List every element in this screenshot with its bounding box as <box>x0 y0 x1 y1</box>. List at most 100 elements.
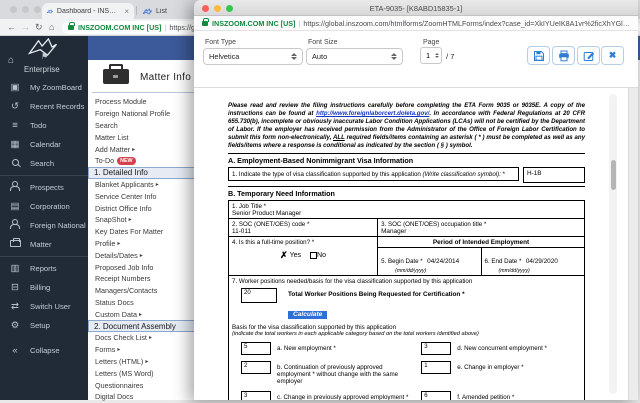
sidebar-item-foreign-national[interactable]: Foreign National <box>0 216 88 235</box>
menu-foreign-national-profile[interactable]: Foreign National Profile <box>88 108 206 120</box>
print-button[interactable] <box>552 46 575 65</box>
enterprise-home-icon[interactable]: ⌂ <box>8 55 14 66</box>
basis-change-approved: 3 c. Change in previously approved emplo… <box>241 390 421 400</box>
todo-list-icon: ≡ <box>12 120 18 131</box>
end-date-field[interactable]: 04/29/2020 <box>526 258 558 265</box>
menu-blanket-applicants[interactable]: Blanket Applicants <box>88 179 206 191</box>
menu-custom-data[interactable]: Custom Data <box>88 308 206 320</box>
dashboard-icon: ▣ <box>10 82 20 93</box>
calculate-button[interactable]: Calculate <box>288 310 328 319</box>
form-toolbar: Font Type Helvetica Font Size Auto Page … <box>194 31 638 88</box>
sidebar-item-recent-records[interactable]: ↺ Recent Records <box>0 97 88 116</box>
sidebar-item-prospects[interactable]: Prospects <box>0 178 88 197</box>
sidebar-item-switch-user[interactable]: ⇄ Switch User <box>0 297 88 316</box>
doleta-link[interactable]: http://www.foreignlaborcert.doleta.gov/ <box>316 110 429 117</box>
menu-service-center-info[interactable]: Service Center Info <box>88 190 206 202</box>
calendar-icon: ▦ <box>10 139 20 150</box>
scrollbar-track <box>609 94 617 394</box>
building-icon: ▤ <box>10 201 20 212</box>
back-icon[interactable]: ← <box>7 22 16 32</box>
tab-list[interactable]: List <box>138 3 190 19</box>
save-button[interactable] <box>527 46 550 65</box>
basis-b-field[interactable]: 2 <box>241 360 271 374</box>
sidebar-item-calendar[interactable]: ▦ Calendar <box>0 135 88 154</box>
menu-add-matter[interactable]: Add Matter <box>88 143 206 155</box>
sidebar-item-search[interactable]: Search <box>0 154 88 173</box>
edit-button[interactable] <box>577 46 600 65</box>
menu-docs-check-list[interactable]: Docs Check List <box>88 332 206 344</box>
sidebar-item-corporation[interactable]: ▤ Corporation <box>0 197 88 216</box>
menu-status-docs[interactable]: Status Docs <box>88 297 206 309</box>
basis-e-field[interactable]: 1 <box>421 360 452 374</box>
soc-title-field[interactable]: Manager <box>381 228 581 235</box>
padlock-icon <box>68 22 75 30</box>
no-label: No <box>317 251 326 259</box>
window-zoom-button[interactable] <box>34 6 41 13</box>
close-form-button[interactable]: ✖ <box>601 46 624 65</box>
sidebar-collapse-button[interactable]: «Collapse <box>0 341 88 360</box>
font-size-select[interactable]: Auto <box>306 48 403 65</box>
menu-search[interactable]: Search <box>88 120 206 132</box>
yes-checkbox-mark[interactable]: ✗ <box>280 250 288 261</box>
sidebar-item-billing[interactable]: ⊟ Billing <box>0 278 88 297</box>
page-number-stepper[interactable]: 1 <box>420 47 442 64</box>
popup-site-identity: INSZOOM.COM INC [US] <box>212 18 296 28</box>
reload-icon[interactable]: ↻ <box>35 22 43 33</box>
history-icon: ↺ <box>11 101 19 112</box>
popup-address-bar[interactable]: INSZOOM.COM INC [US] | https://global.in… <box>194 16 638 31</box>
briefcase-icon <box>8 238 22 250</box>
section-rule <box>228 153 585 154</box>
home-icon[interactable]: ⌂ <box>49 22 54 32</box>
pencil-square-icon <box>583 51 594 61</box>
menu-district-office-info[interactable]: District Office Info <box>88 202 206 214</box>
menu-receipt-numbers[interactable]: Receipt Numbers <box>88 273 206 285</box>
scrollbar-thumb[interactable] <box>610 160 616 190</box>
sidebar-item-matter[interactable]: Matter <box>0 235 88 254</box>
menu-matter-list[interactable]: Matter List <box>88 131 206 143</box>
enterprise-label[interactable]: Enterprise <box>24 65 60 74</box>
menu-letters-ms-word[interactable]: Letters (MS Word) <box>88 367 206 379</box>
basis-new-employment: 5 a. New employment * <box>241 341 421 355</box>
menu-snapshot[interactable]: SnapShot <box>88 214 206 226</box>
soc-code-field[interactable]: 11-011 <box>232 228 374 235</box>
floppy-disk-icon <box>533 50 544 61</box>
menu-questionnaires[interactable]: Questionnaires <box>88 379 206 391</box>
select-arrows-icon <box>291 50 297 63</box>
sidebar-item-zoomboard[interactable]: ▣ My ZoomBoard <box>0 78 88 97</box>
menu-proposed-job-info[interactable]: Proposed Job Info <box>88 261 206 273</box>
menu-profile[interactable]: Profile <box>88 238 206 250</box>
sidebar-item-todo[interactable]: ≡ Todo <box>0 116 88 135</box>
menu-todo[interactable]: To-Do NEW <box>88 155 206 167</box>
menu-forms[interactable]: Forms <box>88 344 206 356</box>
menu-detailed-info[interactable]: 1. Detailed Info <box>88 166 206 179</box>
search-icon <box>8 158 22 169</box>
font-type-select[interactable]: Helvetica <box>203 48 303 65</box>
basis-c-field[interactable]: 3 <box>241 390 271 400</box>
sidebar-item-reports[interactable]: ▥ Reports <box>0 259 88 278</box>
begin-date-field[interactable]: 04/24/2014 <box>427 258 459 265</box>
forward-icon[interactable]: → <box>21 22 30 32</box>
menu-process-module[interactable]: Process Module <box>88 96 206 108</box>
menu-letters-html[interactable]: Letters (HTML) <box>88 356 206 368</box>
worker-positions-label: 7. Worker positions needed/basis for the… <box>232 277 473 285</box>
tab-close-icon[interactable]: × <box>124 7 129 16</box>
basis-d-field[interactable]: 3 <box>421 341 452 355</box>
total-positions-field[interactable]: 20 <box>241 287 277 303</box>
visa-classification-field[interactable]: H-1B <box>523 167 585 183</box>
menu-managers-contacts[interactable]: Managers/Contacts <box>88 285 206 297</box>
tab-dashboard[interactable]: Dashboard - INSZoom.com Inc × <box>42 3 134 19</box>
soc-code-label: 2. SOC (ONET/OES) code * <box>232 220 310 228</box>
window-minimize-button[interactable] <box>22 6 29 13</box>
menu-document-assembly[interactable]: 2. Document Assembly <box>88 320 206 332</box>
basis-continuation: 2 b. Continuation of previously approved… <box>241 360 421 385</box>
menu-digital-docs[interactable]: Digital Docs <box>88 391 206 403</box>
basis-f-field[interactable]: 6 <box>421 390 452 400</box>
menu-details-dates[interactable]: Details/Dates <box>88 249 206 261</box>
window-close-button[interactable] <box>10 6 17 13</box>
yes-label: Yes <box>289 251 302 259</box>
job-title-field[interactable]: Senior Product Manager <box>232 210 581 217</box>
no-checkbox[interactable] <box>310 251 318 259</box>
basis-a-field[interactable]: 5 <box>241 341 271 355</box>
menu-key-dates[interactable]: Key Dates For Matter <box>88 226 206 238</box>
sidebar-item-setup[interactable]: ⚙ Setup <box>0 316 88 335</box>
